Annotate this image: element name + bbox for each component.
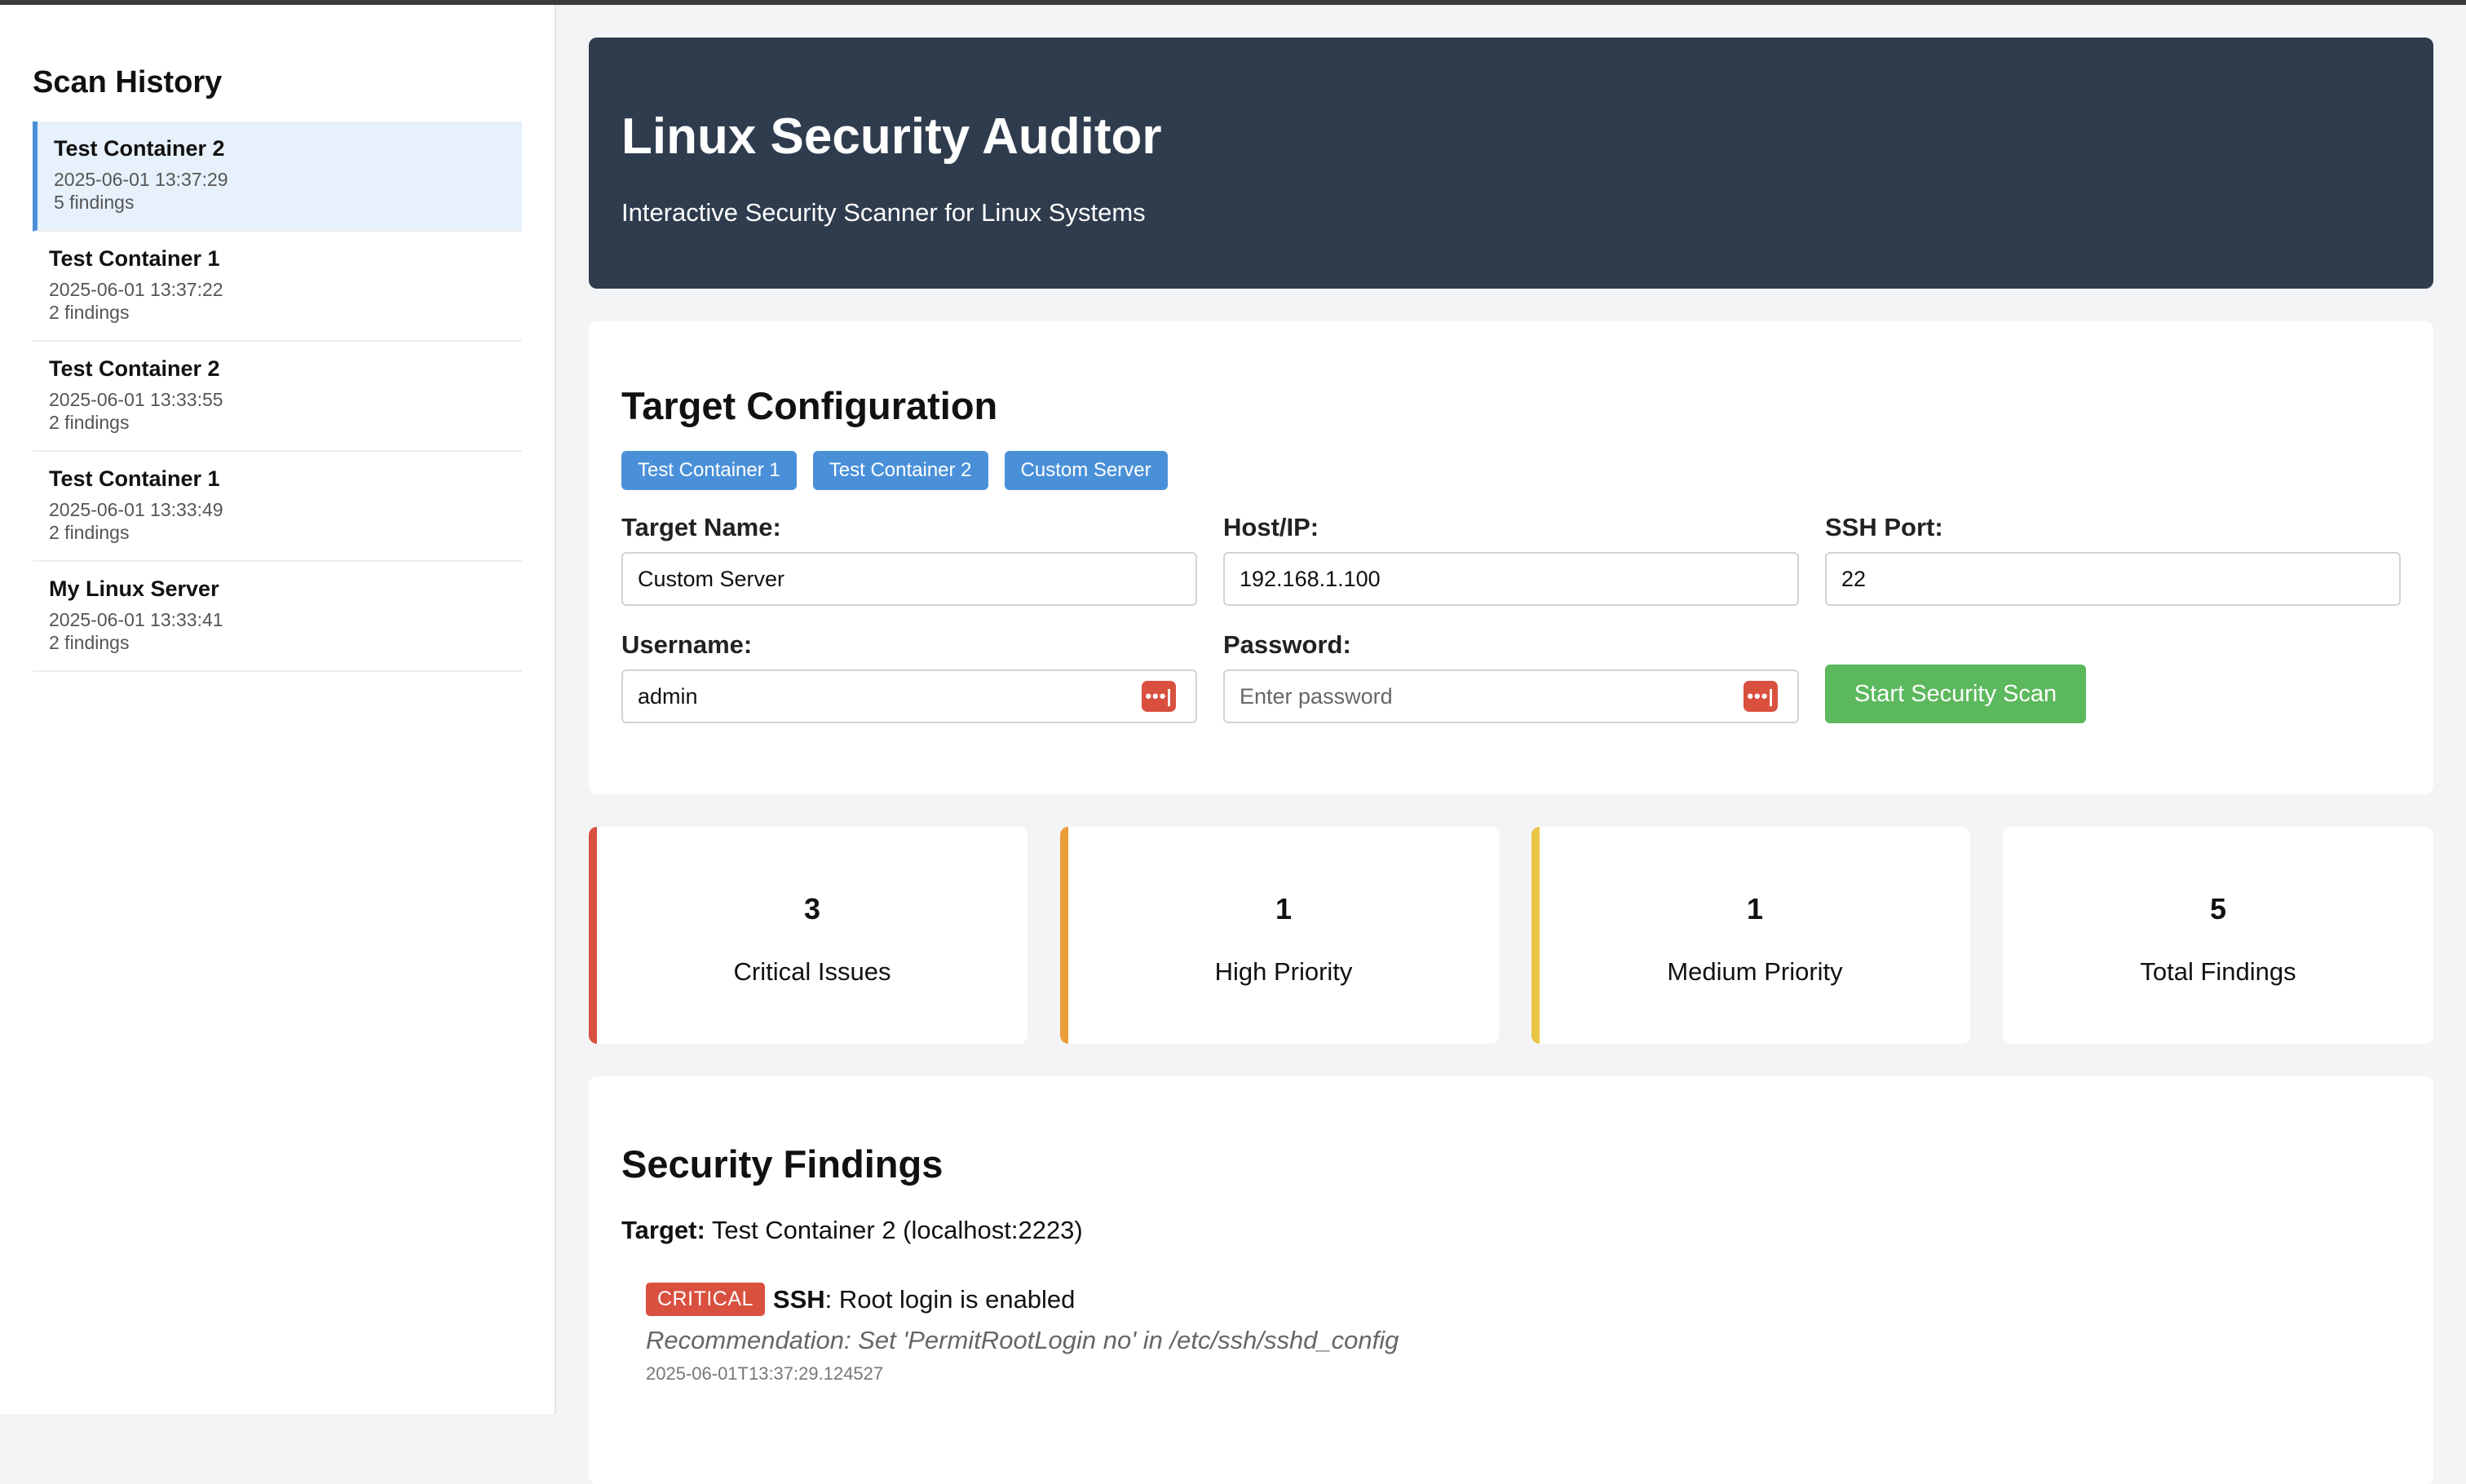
host-label: Host/IP:: [1223, 513, 1319, 541]
preset-test-container-2-button[interactable]: Test Container 2: [812, 451, 988, 490]
config-title: Target Configuration: [621, 384, 998, 427]
port-input[interactable]: [1825, 552, 2401, 606]
medium-priority-card: 1 Medium Priority: [1531, 827, 1970, 1044]
finding-text: SSH: Root login is enabled: [773, 1285, 1076, 1314]
security-findings-card: Security Findings Target: Test Container…: [589, 1076, 2433, 1484]
app-header: Linux Security Auditor Interactive Secur…: [589, 38, 2433, 289]
app-title: Linux Security Auditor: [621, 108, 1162, 165]
finding-title: CRITICAL SSH: Root login is enabled: [646, 1283, 2401, 1316]
history-item-count: 5 findings: [54, 192, 135, 213]
password-manager-icon[interactable]: •••|: [1743, 681, 1778, 712]
port-field: SSH Port:: [1825, 513, 2401, 606]
findings-target-label: Target:: [621, 1216, 705, 1244]
username-input[interactable]: [621, 669, 1197, 723]
severity-badge: CRITICAL: [646, 1283, 765, 1316]
password-input-wrap: •••|: [1223, 669, 1799, 723]
findings-target: Target: Test Container 2 (localhost:2223…: [621, 1216, 2401, 1245]
history-item-name: Test Container 1: [49, 466, 220, 491]
history-item-date: 2025-06-01 13:33:49: [49, 499, 223, 520]
history-item[interactable]: Test Container 2 2025-06-01 13:37:29 5 f…: [33, 121, 522, 232]
scan-button-cell: Start Security Scan: [1825, 630, 2401, 723]
sidebar-title: Scan History: [33, 65, 223, 99]
history-item-count: 2 findings: [49, 522, 130, 543]
medium-label: Medium Priority: [1667, 957, 1843, 986]
history-item-date: 2025-06-01 13:37:29: [54, 169, 228, 190]
stats-row: 3 Critical Issues 1 High Priority 1 Medi…: [589, 827, 2433, 1044]
medium-count: 1: [1746, 892, 1764, 925]
password-field: Password: •••|: [1223, 630, 1799, 723]
history-item-date: 2025-06-01 13:37:22: [49, 279, 223, 300]
config-form: Target Name: Host/IP: SSH Port: Username…: [621, 513, 2401, 723]
target-name-input[interactable]: [621, 552, 1197, 606]
target-name-label: Target Name:: [621, 513, 781, 541]
history-item-name: Test Container 2: [49, 356, 220, 381]
host-input[interactable]: [1223, 552, 1799, 606]
password-input[interactable]: [1223, 669, 1799, 723]
history-item[interactable]: Test Container 1 2025-06-01 13:33:49 2 f…: [33, 452, 522, 562]
finding-recommendation: Recommendation: Set 'PermitRootLogin no'…: [646, 1326, 1399, 1354]
history-item-count: 2 findings: [49, 632, 130, 653]
critical-issues-card: 3 Critical Issues: [589, 827, 1028, 1044]
high-label: High Priority: [1214, 957, 1353, 986]
finding-timestamp: 2025-06-01T13:37:29.124527: [646, 1363, 884, 1384]
total-count: 5: [2209, 892, 2227, 925]
history-item-name: My Linux Server: [49, 576, 219, 601]
preset-custom-server-button[interactable]: Custom Server: [1004, 451, 1168, 490]
scan-history-sidebar: Scan History Test Container 2 2025-06-01…: [0, 5, 556, 1414]
critical-count: 3: [803, 892, 821, 925]
username-field: Username: •••|: [621, 630, 1197, 723]
finding-message: : Root login is enabled: [824, 1284, 1076, 1314]
history-item-name: Test Container 2: [54, 136, 225, 161]
preset-test-container-1-button[interactable]: Test Container 1: [621, 451, 797, 490]
total-findings-card: 5 Total Findings: [2003, 827, 2433, 1044]
host-field: Host/IP:: [1223, 513, 1799, 606]
password-label: Password:: [1223, 630, 1351, 659]
start-security-scan-button[interactable]: Start Security Scan: [1825, 665, 2086, 723]
total-label: Total Findings: [2140, 957, 2296, 986]
finding-item: CRITICAL SSH: Root login is enabled Reco…: [621, 1283, 2401, 1385]
target-name-field: Target Name:: [621, 513, 1197, 606]
history-item-date: 2025-06-01 13:33:41: [49, 609, 223, 630]
history-item-name: Test Container 1: [49, 246, 220, 271]
history-item[interactable]: Test Container 1 2025-06-01 13:37:22 2 f…: [33, 232, 522, 342]
history-item-date: 2025-06-01 13:33:55: [49, 389, 223, 410]
findings-title: Security Findings: [621, 1142, 944, 1186]
preset-buttons: Test Container 1 Test Container 2 Custom…: [621, 451, 2401, 490]
main-content: Linux Security Auditor Interactive Secur…: [589, 5, 2433, 1484]
critical-label: Critical Issues: [733, 957, 891, 986]
password-manager-icon[interactable]: •••|: [1142, 681, 1176, 712]
username-label: Username:: [621, 630, 753, 659]
history-item-count: 2 findings: [49, 412, 130, 433]
username-input-wrap: •••|: [621, 669, 1197, 723]
history-item-count: 2 findings: [49, 302, 130, 323]
target-configuration-card: Target Configuration Test Container 1 Te…: [589, 321, 2433, 794]
history-item[interactable]: Test Container 2 2025-06-01 13:33:55 2 f…: [33, 342, 522, 452]
finding-category: SSH: [772, 1284, 825, 1314]
history-item[interactable]: My Linux Server 2025-06-01 13:33:41 2 fi…: [33, 562, 522, 672]
high-count: 1: [1275, 892, 1293, 925]
findings-target-value: Test Container 2 (localhost:2223): [711, 1216, 1083, 1244]
port-label: SSH Port:: [1825, 513, 1943, 541]
app-subtitle: Interactive Security Scanner for Linux S…: [621, 198, 1146, 227]
high-priority-card: 1 High Priority: [1060, 827, 1499, 1044]
